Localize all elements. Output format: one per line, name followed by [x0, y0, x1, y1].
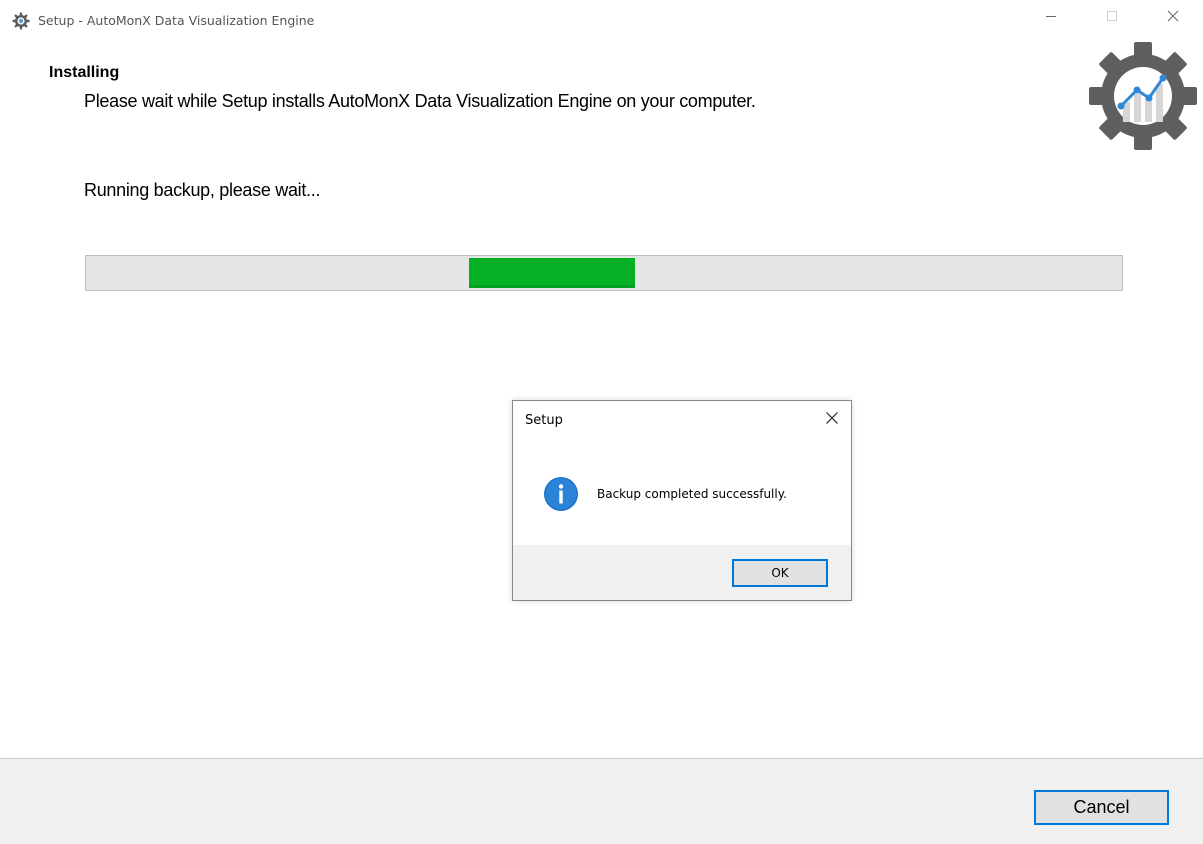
close-icon [1167, 9, 1179, 27]
dialog-title: Setup [525, 413, 563, 428]
maximize-button[interactable] [1089, 0, 1135, 36]
status-text: Running backup, please wait... [84, 180, 321, 200]
minimize-icon [1045, 9, 1057, 27]
setup-window: Setup - AutoMonX Data Visualization Engi… [0, 0, 1203, 844]
cancel-button[interactable]: Cancel [1034, 790, 1169, 825]
close-icon [825, 411, 839, 430]
dialog-message: Backup completed successfully. [597, 487, 787, 501]
gear-chart-icon [1082, 42, 1198, 152]
info-icon [543, 476, 579, 512]
minimize-button[interactable] [1028, 0, 1074, 36]
dialog-close-button[interactable] [819, 407, 845, 433]
ok-button[interactable]: OK [732, 559, 828, 587]
footer-bar: Cancel [0, 758, 1203, 844]
app-gear-icon [12, 12, 30, 30]
progress-indicator [469, 258, 635, 288]
dialog-footer: OK [513, 545, 851, 600]
title-bar: Setup - AutoMonX Data Visualization Engi… [0, 0, 1203, 42]
page-heading: Installing [49, 64, 120, 81]
window-title: Setup - AutoMonX Data Visualization Engi… [38, 13, 315, 28]
page-description: Please wait while Setup installs AutoMon… [84, 91, 756, 111]
maximize-icon [1106, 9, 1118, 27]
progress-bar [85, 255, 1123, 291]
message-dialog: Setup Backup completed successfully. OK [512, 400, 852, 601]
window-close-button[interactable] [1150, 0, 1196, 36]
